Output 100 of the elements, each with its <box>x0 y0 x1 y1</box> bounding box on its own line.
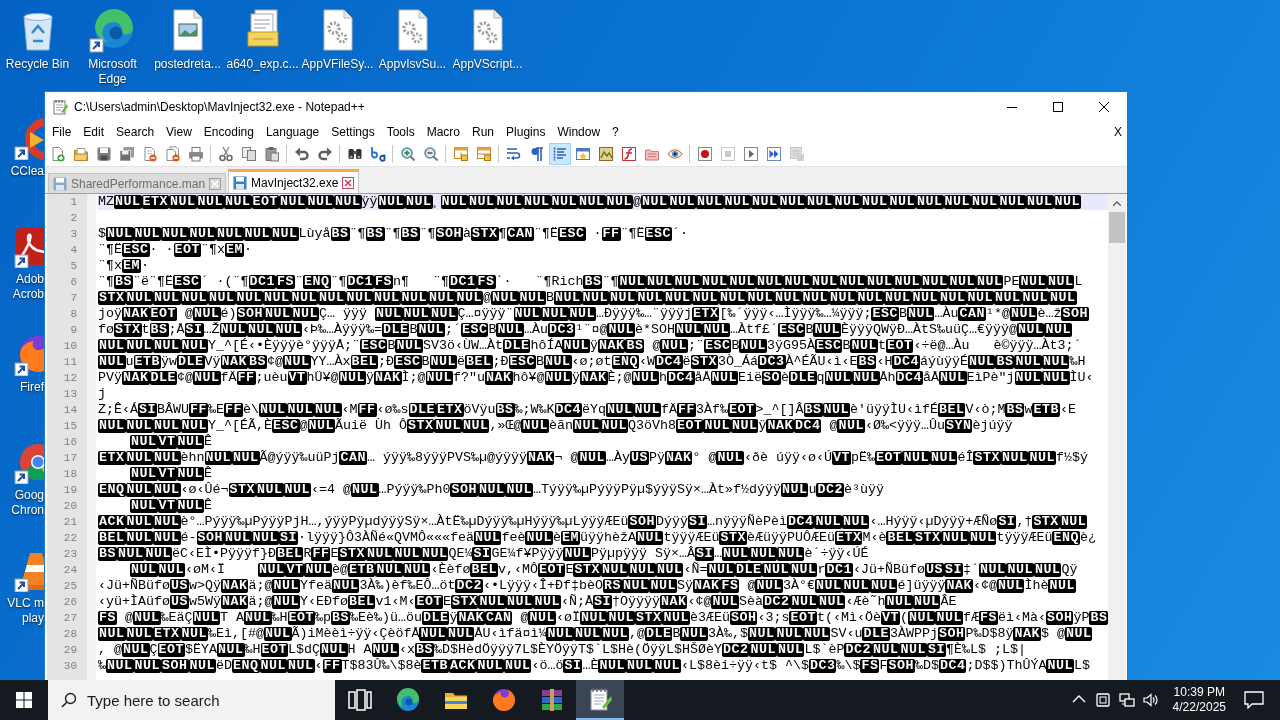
browser-icon <box>492 688 516 712</box>
clock-time[interactable]: 10:39 PM <box>1173 685 1225 700</box>
line-number: 28 <box>63 627 77 642</box>
line-number: 3 <box>70 227 77 242</box>
menu-item[interactable]: Edit <box>77 124 111 139</box>
clock-date[interactable]: 4/22/2025 <box>1172 700 1226 715</box>
pilcrow-icon[interactable] <box>528 146 545 162</box>
icon-label[interactable]: AppVScript... <box>451 57 524 72</box>
network-icon[interactable] <box>1118 692 1135 708</box>
save-icon[interactable] <box>95 146 112 162</box>
browser-icon <box>396 688 420 712</box>
menu-item[interactable]: Plugins <box>500 124 552 139</box>
icon-label[interactable]: postedreta... <box>151 57 224 72</box>
code-line: j <box>98 386 106 402</box>
line-number: 17 <box>63 451 77 466</box>
icon-label[interactable]: VLC m play <box>7 596 44 626</box>
window-icon[interactable] <box>452 146 469 162</box>
indent-guide-icon[interactable] <box>548 143 571 165</box>
taskbar-button[interactable] <box>576 680 624 720</box>
close-file-icon[interactable] <box>141 146 158 162</box>
vertical-scrollbar[interactable] <box>1108 194 1126 680</box>
zoom-out-icon[interactable] <box>422 146 439 162</box>
menu-item[interactable]: Settings <box>325 124 381 139</box>
search-field[interactable]: Type here to search <box>48 680 335 720</box>
tab[interactable]: SharedPerformance.man <box>48 173 227 193</box>
line-number: 27 <box>63 611 77 626</box>
icon-label[interactable]: Goog Chron <box>11 488 44 518</box>
maximize-icon[interactable] <box>1053 101 1063 112</box>
menu-item[interactable]: Encoding <box>197 124 260 139</box>
line-number: 25 <box>63 579 77 594</box>
eye-icon[interactable] <box>666 146 683 162</box>
printer-icon[interactable] <box>187 146 204 162</box>
menu-item[interactable]: Window <box>551 124 607 139</box>
notepad-icon <box>588 687 612 711</box>
word-wrap-icon[interactable] <box>505 146 522 162</box>
menu-item[interactable]: Search <box>110 124 161 139</box>
record-icon[interactable] <box>696 146 713 162</box>
function-list-icon[interactable] <box>620 146 637 162</box>
window-title: C:\Users\admin\Desktop\MavInject32.exe - Notepad++ <box>74 99 365 114</box>
line-number: 10 <box>63 339 77 354</box>
speaker-icon[interactable] <box>1142 692 1159 708</box>
icon-label[interactable]: a640_exp.c... <box>226 57 299 72</box>
icon-label[interactable]: Firef <box>20 380 44 395</box>
task-view-icon <box>348 688 372 712</box>
line-number: 13 <box>63 387 77 402</box>
close-all-icon[interactable] <box>164 146 181 162</box>
fast-forward-icon[interactable] <box>765 146 782 162</box>
close-document-button[interactable]: X <box>1114 124 1122 139</box>
code-line: NULVTNULÊ <box>129 434 212 450</box>
menu-item[interactable]: ? <box>606 124 625 139</box>
menu-item[interactable]: Macro <box>420 124 466 139</box>
arc-logo-icon[interactable] <box>14 116 44 160</box>
line-number: 15 <box>63 419 77 434</box>
line-number: 29 <box>63 643 77 658</box>
clipboard-icon[interactable] <box>263 146 280 162</box>
menu-item[interactable]: Language <box>259 124 326 139</box>
icon-label[interactable]: AppVFileSy... <box>301 57 374 72</box>
line-number: 8 <box>70 307 77 322</box>
save-all-icon[interactable] <box>118 146 135 162</box>
binoculars-icon[interactable] <box>346 146 363 162</box>
notification-icon[interactable] <box>1244 691 1264 709</box>
menu-item[interactable]: Run <box>466 124 501 139</box>
redo-icon[interactable] <box>316 146 333 162</box>
menu-item[interactable]: Tools <box>380 124 421 139</box>
device-icon[interactable] <box>1094 692 1111 708</box>
open-folder-icon[interactable] <box>72 146 89 162</box>
replace-icon[interactable] <box>369 146 386 162</box>
icon-label[interactable]: Microsoft Edge <box>76 57 149 87</box>
new-file-icon[interactable] <box>49 146 66 162</box>
menu-item[interactable]: View <box>160 124 198 139</box>
scissors-icon[interactable] <box>217 146 234 162</box>
zoom-in-icon[interactable] <box>399 146 416 162</box>
line-number: 24 <box>63 563 77 578</box>
windows-logo-icon[interactable] <box>16 692 32 708</box>
map-icon[interactable] <box>597 146 614 162</box>
line-number: 6 <box>70 275 77 290</box>
undo-icon[interactable] <box>293 146 310 162</box>
menu-item[interactable]: File <box>46 124 78 139</box>
code-line: NULVTNULÊ <box>129 466 212 482</box>
line-number: 18 <box>63 467 77 482</box>
line-number: 16 <box>63 435 77 450</box>
line-number: 1 <box>70 195 77 210</box>
play-icon[interactable] <box>742 146 759 162</box>
code-line: NULVTNULÊ <box>129 498 212 514</box>
code-line: ¨¶ËESC· ·EOT¨¶xEM· <box>98 242 252 258</box>
window-icon[interactable] <box>475 146 492 162</box>
pdf-icon[interactable] <box>14 224 44 268</box>
tab[interactable]: MavInject32.exe <box>228 169 360 193</box>
line-number: 20 <box>63 499 77 514</box>
line-number: 11 <box>63 355 77 370</box>
scrollbar-thumb[interactable] <box>1109 212 1125 243</box>
icon-label[interactable]: Adob Acrob <box>12 272 44 302</box>
icon-label[interactable]: CClea <box>10 164 44 179</box>
line-number: 9 <box>70 323 77 338</box>
icon-label[interactable]: AppvIsvSu... <box>376 57 449 72</box>
code-line: ¨¶xEM· <box>98 258 149 274</box>
folder-icon[interactable] <box>643 146 660 162</box>
close-icon[interactable] <box>1099 101 1109 112</box>
icon-label[interactable]: Recycle Bin <box>1 57 74 72</box>
copy-icon[interactable] <box>240 146 257 162</box>
